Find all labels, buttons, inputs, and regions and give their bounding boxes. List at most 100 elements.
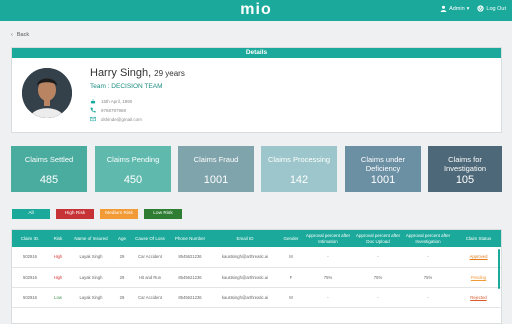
phone-text: 9768797969 [101,107,127,113]
filter-medium-risk[interactable]: Medium Risk [100,209,138,219]
card-label: Claims under Deficiency [360,155,406,173]
table-cell: 502916 [12,287,48,308]
card-claims-processing[interactable]: Claims Processing 142 [261,146,337,192]
back-link[interactable]: ‹ Back [11,32,29,38]
table-cell: 502916 [12,267,48,288]
card-claims-settled[interactable]: Claims Settled 485 [11,146,87,192]
table-cell: 29 [114,247,130,268]
table-cell: Car Accident [130,247,170,268]
table-cell: Hit and Run [130,267,170,288]
user-menu[interactable]: Admin ▾ [440,5,469,12]
card-value: 485 [39,174,59,186]
profile-name: Harry Singh, 29 years [90,67,185,79]
phone-row: 9768797969 [90,107,126,113]
power-icon [477,5,485,12]
phone-icon [90,107,96,113]
chevron-down-icon: ▾ [466,5,470,12]
table-cell: - [402,287,454,308]
table-cell: kaustsingh@arthreatic.ai [210,267,280,288]
card-value: 450 [123,174,143,186]
column-header: Approval percent after Doc Upload [354,230,402,247]
name-text: Harry Singh, [90,67,152,79]
table-cell: 8545621236 [170,247,210,268]
details-title: Details [12,48,501,58]
card-label: Claims Pending [106,155,160,164]
filter-all[interactable]: All [12,209,50,219]
age-text: 29 years [154,69,185,78]
card-claims-fraud[interactable]: Claims Fraud 1001 [178,146,254,192]
table-scrollbar[interactable] [498,249,500,289]
user-icon [440,5,447,12]
user-label: Admin [449,5,465,12]
table-cell: 75% [354,267,402,288]
avatar [22,68,72,118]
column-header: Name of Insured [68,230,114,247]
table-row[interactable]: 502916 High Layak Singh 29 Car Accident 85456… [12,247,501,268]
table-cell: - [302,287,354,308]
app-logo[interactable]: mio [0,1,512,19]
table-cell: 502916 [12,247,48,268]
logout-label: Log Out [486,5,506,12]
table-cell: Layak Singh [68,287,114,308]
column-header: Age [114,230,130,247]
risk-cell: High [48,247,68,268]
table-cell: - [302,247,354,268]
column-header: Risk [48,230,68,247]
team-name: Team : DECISION TEAM [90,83,163,90]
risk-cell: Low [48,287,68,308]
card-value: 1001 [203,174,229,186]
column-header: Cause Of Loss [130,230,170,247]
claims-table: Claim ID. Risk Name of Insured Age Cause Of … [11,229,502,324]
table-cell: 29 [114,287,130,308]
table-cell: - [402,247,454,268]
email-text: dshinde@gmail.com [101,116,142,122]
card-label: Claims for Investigation [443,155,487,173]
filter-low-risk[interactable]: Low Risk [144,209,182,219]
table-cell: Layak Singh [68,267,114,288]
card-value: 105 [455,174,475,186]
column-header: Phone Number [170,230,210,247]
filter-high-risk[interactable]: High Risk [56,209,94,219]
card-claims-deficiency[interactable]: Claims under Deficiency 1001 [345,146,421,192]
table-cell: 75% [402,267,454,288]
back-label: Back [16,32,30,38]
table-row[interactable]: 502916 High Layak Singh 29 Hit and Run 854562… [12,267,501,288]
claim-status-link[interactable]: Approved [454,247,501,268]
table-cell: kaustsingh@arthreatic.ai [210,287,280,308]
column-header: Gender [280,230,302,247]
column-header: Email ID [210,230,280,247]
card-claims-investigation[interactable]: Claims for Investigation 105 [428,146,502,192]
email-row: dshinde@gmail.com [90,116,142,122]
table-cell: M [280,247,302,268]
table-cell: 29 [114,267,130,288]
column-header: Approval percent after Intimation [302,230,354,247]
logout-button[interactable]: Log Out [477,5,506,12]
cake-icon [90,99,96,104]
column-header: Approval percent after Investigation [402,230,454,247]
table-row[interactable]: 502916 Low Layak Singh 29 Car Accident 854562… [12,287,501,308]
details-panel: Details Harry Singh, 29 years Team : DECI… [11,47,502,133]
card-claims-pending[interactable]: Claims Pending 450 [95,146,171,192]
risk-filters: All High Risk Medium Risk Low Risk [12,209,182,219]
card-value: 142 [289,174,309,186]
claim-status-link[interactable]: Pending [454,267,501,288]
envelope-icon [90,116,96,122]
card-value: 1001 [370,174,396,186]
top-right-menu: Admin ▾ Log Out [440,5,506,12]
table-cell: 8545621236 [170,267,210,288]
table-cell: kaustsingh@arthreatic.ai [210,247,280,268]
table-cell: 75% [302,267,354,288]
claim-status-link[interactable]: Rejected [454,287,501,308]
table-cell: M [280,287,302,308]
chevron-left-icon: ‹ [11,32,13,38]
card-label: Claims Processing [267,155,331,164]
table-header-row: Claim ID. Risk Name of Insured Age Cause Of … [12,230,501,247]
table-cell: F [280,267,302,288]
column-header: Claim Status [454,230,501,247]
table-cell: Layak Singh [68,247,114,268]
dob-text: 15th April, 1990 [101,98,133,104]
top-bar: mio Admin ▾ Log Out [0,0,512,21]
risk-cell: High [48,267,68,288]
dob-row: 15th April, 1990 [90,98,132,104]
table-cell: 8545621236 [170,287,210,308]
